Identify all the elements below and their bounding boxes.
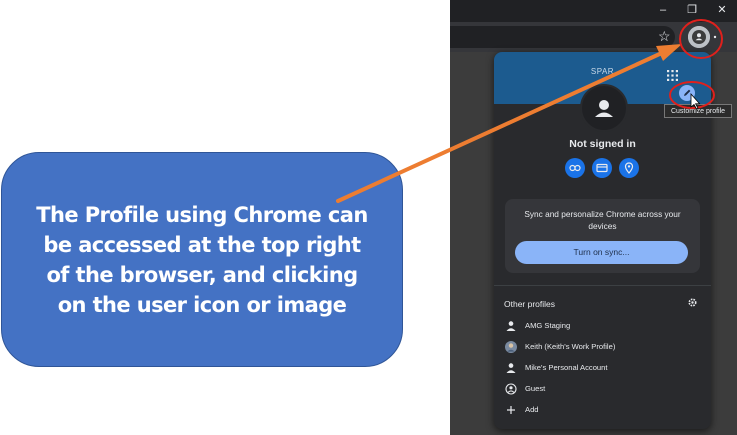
annotation-arrow-line	[336, 50, 666, 203]
annotation-arrowhead	[656, 44, 682, 61]
annotation-overlay	[336, 19, 723, 203]
highlight-ring-avatar	[679, 19, 723, 59]
